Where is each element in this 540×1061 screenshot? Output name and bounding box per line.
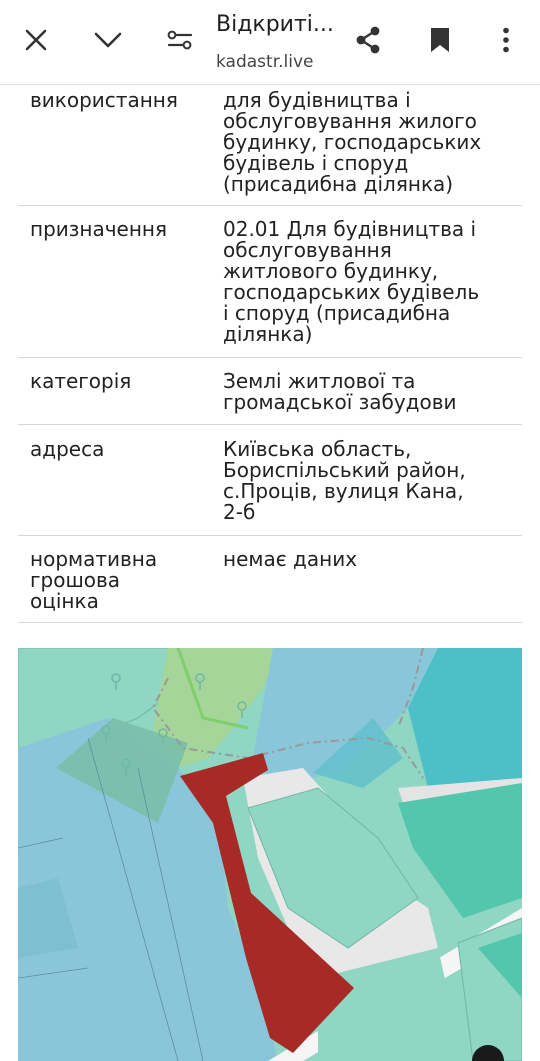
row-key: призначення xyxy=(30,217,168,241)
page-title: Відкриті... xyxy=(216,12,334,37)
row-value: 02.01 Для будівництва і обслуговування ж… xyxy=(223,217,480,346)
bookmark-button[interactable] xyxy=(418,18,462,62)
close-button[interactable] xyxy=(14,18,58,62)
collapse-button[interactable] xyxy=(86,18,130,62)
cadastral-map[interactable] xyxy=(18,648,522,1061)
row-key: категорія xyxy=(30,369,132,393)
page-title-block[interactable]: Відкриті... kadastr.live xyxy=(216,10,346,74)
row-key: нормативна грошова оцінка xyxy=(30,547,158,613)
browser-toolbar: Відкриті... kadastr.live xyxy=(0,0,540,85)
row-value: немає даних xyxy=(223,547,358,571)
row-value: Київська область, Бориспільський район, … xyxy=(223,437,466,524)
map-canvas[interactable] xyxy=(18,648,522,1061)
page-url: kadastr.live xyxy=(216,52,314,72)
more-options-button[interactable] xyxy=(484,18,528,62)
info-row-category: категорія Землі житлової та громадської … xyxy=(18,358,522,425)
row-key: використання xyxy=(30,88,178,112)
bookmark-icon xyxy=(431,28,449,52)
info-row-purpose: призначення 02.01 Для будівництва і обсл… xyxy=(18,206,522,358)
row-value: Землі житлової та громадської забудови xyxy=(223,369,457,414)
close-icon xyxy=(25,29,47,51)
chevron-down-icon xyxy=(94,32,122,48)
info-row-usage: використання для будівництва і обслугову… xyxy=(18,84,522,206)
page-settings-button[interactable] xyxy=(158,18,202,62)
share-button[interactable] xyxy=(346,18,390,62)
parcel-info-table: використання для будівництва і обслугову… xyxy=(18,84,522,623)
info-row-address: адреса Київська область, Бориспільський … xyxy=(18,425,522,536)
row-value: для будівництва і обслуговування жилого … xyxy=(223,88,482,196)
info-row-valuation: нормативна грошова оцінка немає даних xyxy=(18,536,522,623)
more-vert-icon xyxy=(503,27,509,53)
share-icon xyxy=(356,26,380,54)
row-key: адреса xyxy=(30,437,105,461)
page-settings-icon xyxy=(167,30,193,50)
